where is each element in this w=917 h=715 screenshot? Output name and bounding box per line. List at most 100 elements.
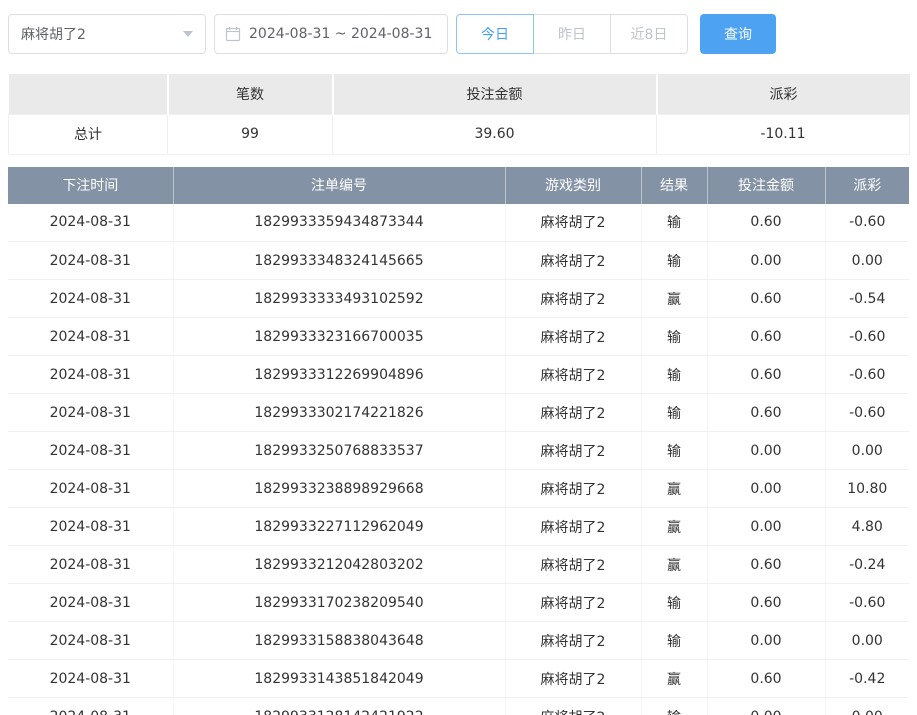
- summary-table: 笔数 投注金额 派彩 总计 99 39.60 -10.11: [8, 74, 910, 155]
- bet-cell-result: 输: [641, 432, 707, 470]
- bet-cell-amount: 0.00: [707, 698, 825, 715]
- bet-row: 2024-08-311829933312269904896麻将胡了2输0.60-…: [8, 356, 909, 394]
- bet-cell-amount: 0.00: [707, 242, 825, 280]
- summary-header-payout: 派彩: [657, 74, 910, 114]
- bet-cell-bet_id: 1829933158838043648: [173, 622, 505, 660]
- bet-row: 2024-08-311829933158838043648麻将胡了2输0.000…: [8, 622, 909, 660]
- bet-cell-result: 赢: [641, 660, 707, 698]
- bet-cell-payout: -0.54: [825, 280, 909, 318]
- bet-row: 2024-08-311829933128142421922麻将胡了2输0.000…: [8, 698, 909, 715]
- bet-row: 2024-08-311829933250768833537麻将胡了2输0.000…: [8, 432, 909, 470]
- summary-count-value: 99: [168, 114, 333, 154]
- bet-row: 2024-08-311829933143851842049麻将胡了2赢0.60-…: [8, 660, 909, 698]
- bet-cell-amount: 0.60: [707, 204, 825, 242]
- bet-cell-bet_id: 1829933348324145665: [173, 242, 505, 280]
- bet-cell-game: 麻将胡了2: [505, 242, 641, 280]
- summary-header-count: 笔数: [168, 74, 333, 114]
- bet-cell-amount: 0.60: [707, 584, 825, 622]
- bet-cell-result: 赢: [641, 280, 707, 318]
- query-button[interactable]: 查询: [700, 14, 776, 54]
- date-range-value: 2024-08-31 ~ 2024-08-31: [249, 26, 432, 42]
- bet-cell-date: 2024-08-31: [8, 242, 173, 280]
- summary-bet-amount-value: 39.60: [333, 114, 657, 154]
- bet-cell-game: 麻将胡了2: [505, 698, 641, 715]
- bets-column-header: 下注时间: [8, 167, 173, 204]
- bet-cell-payout: 4.80: [825, 508, 909, 546]
- bet-cell-date: 2024-08-31: [8, 660, 173, 698]
- summary-total-row: 总计 99 39.60 -10.11: [9, 114, 910, 154]
- bets-column-header: 游戏类别: [505, 167, 641, 204]
- bet-cell-payout: 0.00: [825, 698, 909, 715]
- bet-cell-amount: 0.00: [707, 622, 825, 660]
- bet-cell-date: 2024-08-31: [8, 432, 173, 470]
- bet-row: 2024-08-311829933348324145665麻将胡了2输0.000…: [8, 242, 909, 280]
- bet-cell-bet_id: 1829933143851842049: [173, 660, 505, 698]
- bet-cell-bet_id: 1829933333493102592: [173, 280, 505, 318]
- bet-cell-payout: -0.24: [825, 546, 909, 584]
- bet-cell-payout: 0.00: [825, 242, 909, 280]
- bet-cell-bet_id: 1829933302174221826: [173, 394, 505, 432]
- bet-cell-bet_id: 1829933323166700035: [173, 318, 505, 356]
- bet-cell-date: 2024-08-31: [8, 508, 173, 546]
- bet-cell-amount: 0.60: [707, 318, 825, 356]
- bets-header-row: 下注时间注单编号游戏类别结果投注金额派彩: [8, 167, 909, 204]
- bet-cell-date: 2024-08-31: [8, 698, 173, 715]
- bet-cell-bet_id: 1829933227112962049: [173, 508, 505, 546]
- bet-cell-game: 麻将胡了2: [505, 394, 641, 432]
- bet-cell-date: 2024-08-31: [8, 584, 173, 622]
- bet-cell-result: 输: [641, 356, 707, 394]
- yesterday-button[interactable]: 昨日: [533, 14, 611, 54]
- bet-cell-payout: -0.60: [825, 204, 909, 242]
- bet-cell-game: 麻将胡了2: [505, 584, 641, 622]
- bets-column-header: 注单编号: [173, 167, 505, 204]
- summary-payout-value: -10.11: [657, 114, 910, 154]
- bet-cell-result: 输: [641, 584, 707, 622]
- bet-cell-bet_id: 1829933359434873344: [173, 204, 505, 242]
- bet-cell-payout: 0.00: [825, 432, 909, 470]
- bet-cell-amount: 0.60: [707, 546, 825, 584]
- bet-cell-result: 输: [641, 698, 707, 715]
- bet-cell-game: 麻将胡了2: [505, 204, 641, 242]
- bet-cell-result: 赢: [641, 470, 707, 508]
- bet-cell-amount: 0.60: [707, 660, 825, 698]
- summary-total-label: 总计: [9, 114, 168, 154]
- bet-records-page: 麻将胡了2 2024-08-31 ~ 2024-08-31 今日 昨日 近8日 …: [0, 0, 917, 715]
- bet-cell-result: 赢: [641, 546, 707, 584]
- bet-cell-result: 输: [641, 242, 707, 280]
- bet-cell-result: 输: [641, 318, 707, 356]
- bet-cell-result: 输: [641, 622, 707, 660]
- bet-cell-bet_id: 1829933250768833537: [173, 432, 505, 470]
- summary-header-blank: [9, 74, 168, 114]
- bet-cell-bet_id: 1829933312269904896: [173, 356, 505, 394]
- bet-row: 2024-08-311829933227112962049麻将胡了2赢0.004…: [8, 508, 909, 546]
- bet-cell-amount: 0.00: [707, 432, 825, 470]
- bet-cell-game: 麻将胡了2: [505, 622, 641, 660]
- bet-cell-payout: -0.60: [825, 584, 909, 622]
- bet-cell-game: 麻将胡了2: [505, 356, 641, 394]
- bet-cell-amount: 0.00: [707, 470, 825, 508]
- date-range-input[interactable]: 2024-08-31 ~ 2024-08-31: [214, 14, 448, 54]
- bet-cell-game: 麻将胡了2: [505, 318, 641, 356]
- bet-cell-result: 输: [641, 394, 707, 432]
- bet-cell-game: 麻将胡了2: [505, 470, 641, 508]
- chevron-down-icon: [183, 31, 193, 37]
- bet-cell-game: 麻将胡了2: [505, 432, 641, 470]
- bets-column-header: 派彩: [825, 167, 909, 204]
- bet-cell-bet_id: 1829933212042803202: [173, 546, 505, 584]
- last-8-days-button[interactable]: 近8日: [610, 14, 688, 54]
- bet-cell-payout: 10.80: [825, 470, 909, 508]
- bet-cell-amount: 0.60: [707, 280, 825, 318]
- bet-row: 2024-08-311829933170238209540麻将胡了2输0.60-…: [8, 584, 909, 622]
- bet-cell-date: 2024-08-31: [8, 394, 173, 432]
- bet-cell-game: 麻将胡了2: [505, 660, 641, 698]
- bet-cell-date: 2024-08-31: [8, 204, 173, 242]
- bet-row: 2024-08-311829933359434873344麻将胡了2输0.60-…: [8, 204, 909, 242]
- game-select-value: 麻将胡了2: [21, 24, 86, 44]
- quick-date-button-group: 今日 昨日 近8日: [456, 14, 688, 54]
- bet-row: 2024-08-311829933302174221826麻将胡了2输0.60-…: [8, 394, 909, 432]
- bet-cell-payout: -0.60: [825, 394, 909, 432]
- today-button[interactable]: 今日: [456, 14, 534, 54]
- bet-cell-date: 2024-08-31: [8, 470, 173, 508]
- bet-cell-game: 麻将胡了2: [505, 280, 641, 318]
- game-select[interactable]: 麻将胡了2: [8, 14, 206, 54]
